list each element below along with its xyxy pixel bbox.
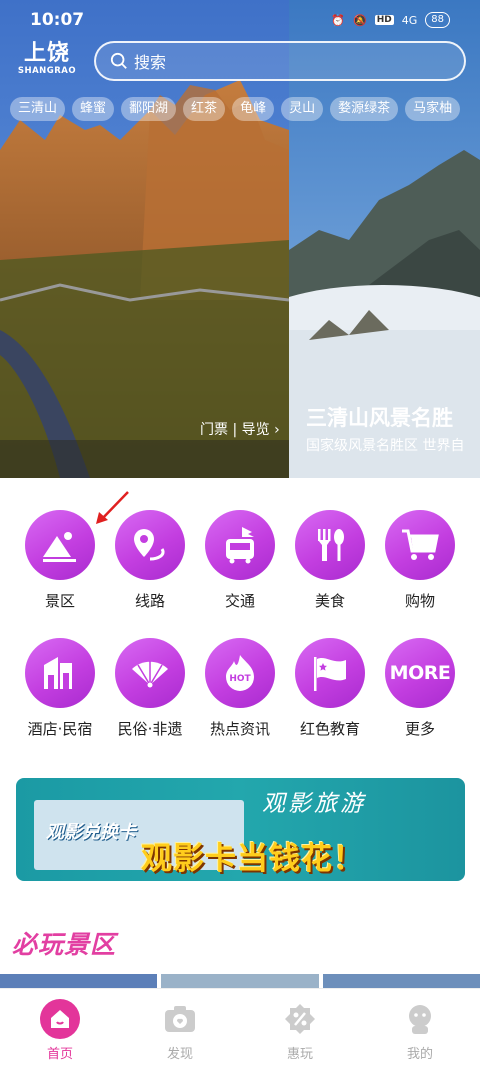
tag-chip[interactable]: 马家柚 [405, 97, 461, 121]
category-label: 线路 [134, 592, 165, 610]
hot-news-icon: HOT [205, 638, 275, 708]
ticket-guide-label: 门票 | 导览 [200, 422, 270, 438]
signal-icon: 4G [401, 13, 418, 27]
app-logo[interactable]: 上饶 SHANGRAO [14, 41, 80, 77]
battery-icon: 88 [425, 12, 450, 28]
category-label: 交通 [224, 592, 255, 610]
category-hot-news[interactable]: HOT 热点资讯 [195, 638, 285, 739]
category-label: 红色教育 [299, 720, 360, 738]
more-icon-text: MORE [389, 662, 451, 684]
tab-mine[interactable]: 我的 [360, 989, 480, 1067]
category-label: 美食 [314, 592, 345, 610]
category-label: 景区 [44, 592, 75, 610]
thumbnail[interactable] [0, 974, 157, 988]
promo-banner[interactable]: 观影兑换卡 观影旅游 观影卡当钱花！ [16, 778, 465, 881]
tag-chip[interactable]: 龟峰 [232, 97, 275, 121]
slide-title: 三清山风景名胜 [306, 406, 453, 430]
tab-label: 惠玩 [286, 1047, 313, 1062]
discount-icon [280, 999, 320, 1039]
camera-icon [160, 999, 200, 1039]
scenic-icon [25, 510, 95, 580]
tag-chip[interactable]: 红茶 [183, 97, 226, 121]
tag-chip[interactable]: 婺源绿茶 [330, 97, 399, 121]
banner-tagline: 观影旅游 [262, 791, 366, 817]
category-hotel[interactable]: 酒店·民宿 [15, 638, 105, 739]
tab-label: 发现 [166, 1047, 193, 1062]
svg-text:HOT: HOT [229, 674, 251, 684]
scenic-thumbnails[interactable] [0, 974, 480, 988]
category-label: 购物 [404, 592, 435, 610]
category-transport[interactable]: 交通 [195, 510, 285, 611]
hero-carousel[interactable]: 10:07 ⏰ 🔕 HD 4G 88 上饶 SHANGRAO 搜索 三清山 蜂蜜… [0, 0, 480, 478]
voucher-card-text: 观影兑换卡 [46, 822, 136, 843]
user-icon [400, 999, 440, 1039]
home-icon [40, 999, 80, 1039]
mute-icon: 🔕 [353, 13, 367, 27]
tab-label: 首页 [46, 1047, 73, 1062]
more-icon: MORE [385, 638, 455, 708]
thumbnail[interactable] [323, 974, 480, 988]
shopping-cart-icon [385, 510, 455, 580]
bottom-tab-bar: 首页 发现 惠玩 我的 [0, 988, 480, 1067]
hd-badge: HD [374, 15, 394, 25]
section-title: 必玩景区 [12, 930, 117, 959]
chevron-right-icon: › [274, 422, 280, 438]
clock: 10:07 [30, 10, 85, 30]
red-flag-icon [295, 638, 365, 708]
ticket-guide-link[interactable]: 门票 | 导览 › [200, 419, 280, 439]
category-food[interactable]: 美食 [285, 510, 375, 611]
tag-chip[interactable]: 三清山 [10, 97, 66, 121]
logo-english: SHANGRAO [17, 66, 77, 76]
food-icon [295, 510, 365, 580]
tag-chip[interactable]: 鄱阳湖 [121, 97, 177, 121]
category-label: 酒店·民宿 [27, 720, 93, 738]
slide-subtitle: 国家级风景名胜区 世界自 [306, 438, 465, 454]
folk-fan-icon [115, 638, 185, 708]
transport-icon [205, 510, 275, 580]
tab-deals[interactable]: 惠玩 [240, 989, 360, 1067]
hot-tags: 三清山 蜂蜜 鄱阳湖 红茶 龟峰 灵山 婺源绿茶 马家柚 [10, 97, 461, 121]
category-label: 热点资讯 [209, 720, 270, 738]
search-input[interactable]: 搜索 [94, 41, 466, 81]
logo-chinese: 上饶 [23, 41, 70, 66]
banner-headline: 观影卡当钱花！ [141, 841, 365, 877]
tab-home[interactable]: 首页 [0, 989, 120, 1067]
tab-discover[interactable]: 发现 [120, 989, 240, 1067]
category-label: 更多 [404, 720, 435, 738]
hotel-icon [25, 638, 95, 708]
category-more[interactable]: MORE 更多 [375, 638, 465, 739]
category-red-education[interactable]: 红色教育 [285, 638, 375, 739]
search-placeholder: 搜索 [134, 53, 167, 72]
status-bar: 10:07 ⏰ 🔕 HD 4G 88 [0, 0, 480, 42]
category-shopping[interactable]: 购物 [375, 510, 465, 611]
search-icon [110, 52, 127, 69]
alarm-icon: ⏰ [331, 13, 346, 27]
tag-chip[interactable]: 灵山 [281, 97, 324, 121]
tab-label: 我的 [406, 1047, 433, 1062]
tag-chip[interactable]: 蜂蜜 [72, 97, 115, 121]
annotation-arrow-icon [96, 491, 129, 524]
category-label: 民俗·非遗 [117, 720, 183, 738]
thumbnail[interactable] [160, 974, 320, 988]
category-folk-culture[interactable]: 民俗·非遗 [105, 638, 195, 739]
